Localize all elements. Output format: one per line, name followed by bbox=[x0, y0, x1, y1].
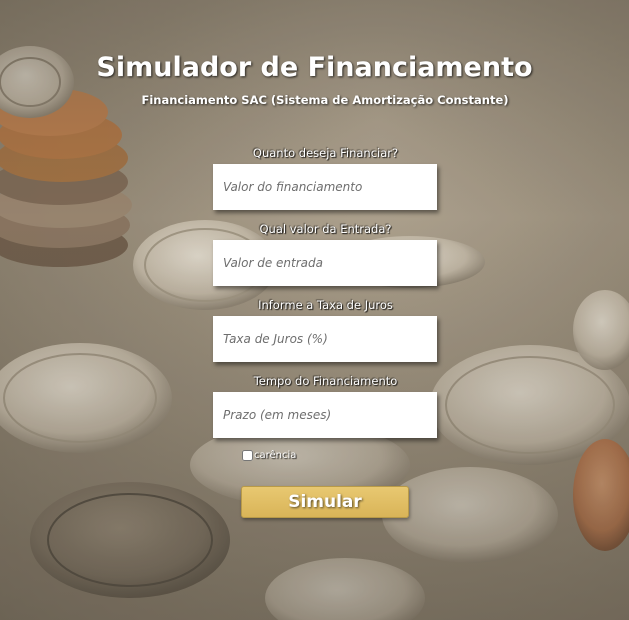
interest-rate-label: Informe a Taxa de Juros bbox=[258, 298, 393, 312]
down-payment-input[interactable] bbox=[213, 240, 437, 286]
page-title: Simulador de Financiamento bbox=[96, 52, 533, 83]
financing-amount-input[interactable] bbox=[213, 164, 437, 210]
term-label: Tempo do Financiamento bbox=[253, 374, 398, 388]
interest-rate-input[interactable] bbox=[213, 316, 437, 362]
down-payment-label: Qual valor da Entrada? bbox=[259, 222, 392, 236]
grace-period-checkbox[interactable] bbox=[242, 450, 253, 461]
page-subtitle: Financiamento SAC (Sistema de Amortizaçã… bbox=[141, 93, 509, 107]
simulate-button[interactable]: Simular bbox=[241, 486, 409, 518]
grace-period-row: carência bbox=[242, 450, 296, 461]
grace-period-label: carência bbox=[254, 450, 297, 461]
term-input[interactable] bbox=[213, 392, 437, 438]
financing-amount-label: Quanto deseja Financiar? bbox=[252, 146, 399, 160]
